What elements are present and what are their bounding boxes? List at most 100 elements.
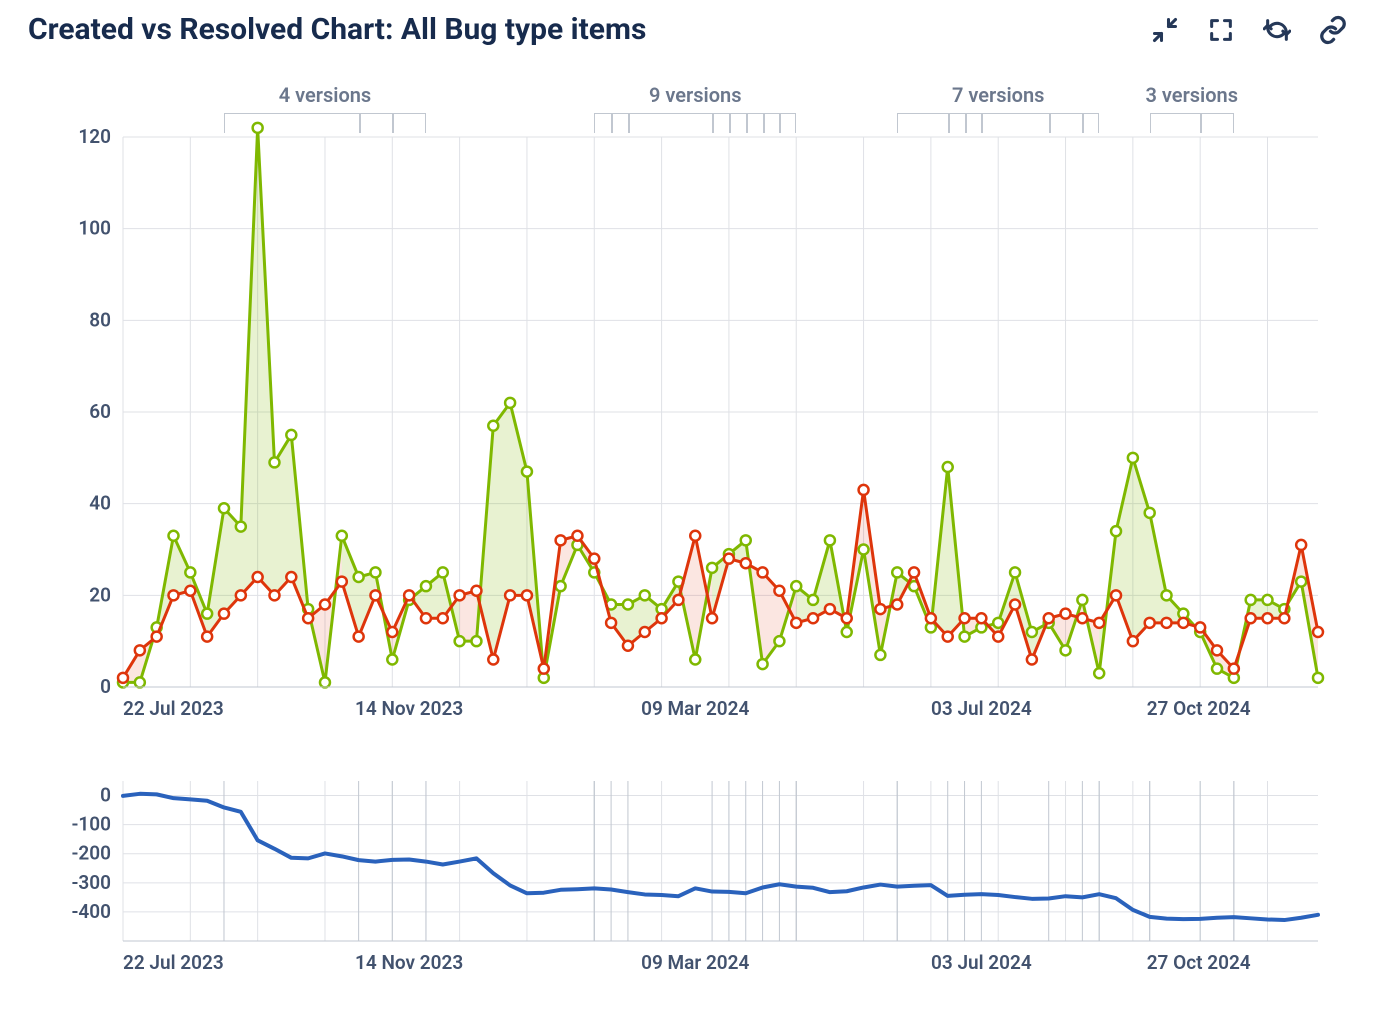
data-point[interactable] [1263,613,1273,623]
data-point[interactable] [690,531,700,541]
data-point[interactable] [993,632,1003,642]
data-point[interactable] [859,485,869,495]
data-point[interactable] [1111,590,1121,600]
data-point[interactable] [387,627,397,637]
data-point[interactable] [943,632,953,642]
data-point[interactable] [791,618,801,628]
data-point[interactable] [1162,618,1172,628]
data-point[interactable] [1111,526,1121,536]
data-point[interactable] [758,659,768,669]
data-point[interactable] [842,627,852,637]
data-point[interactable] [791,581,801,591]
data-point[interactable] [1279,613,1289,623]
data-point[interactable] [168,590,178,600]
data-point[interactable] [842,613,852,623]
data-point[interactable] [657,613,667,623]
data-point[interactable] [168,531,178,541]
data-point[interactable] [455,636,465,646]
data-point[interactable] [404,590,414,600]
data-point[interactable] [370,590,380,600]
data-point[interactable] [892,600,902,610]
data-point[interactable] [556,535,566,545]
data-point[interactable] [286,430,296,440]
data-point[interactable] [825,604,835,614]
refresh-icon[interactable] [1262,15,1292,45]
data-point[interactable] [1296,577,1306,587]
data-point[interactable] [337,531,347,541]
data-point[interactable] [774,586,784,596]
data-point[interactable] [875,650,885,660]
data-point[interactable] [960,632,970,642]
data-point[interactable] [808,595,818,605]
data-point[interactable] [219,503,229,513]
data-point[interactable] [1145,618,1155,628]
data-point[interactable] [640,627,650,637]
data-point[interactable] [202,609,212,619]
data-point[interactable] [1162,590,1172,600]
data-point[interactable] [1010,600,1020,610]
data-point[interactable] [219,609,229,619]
data-point[interactable] [1313,673,1323,683]
data-point[interactable] [337,577,347,587]
data-point[interactable] [135,677,145,687]
data-point[interactable] [976,613,986,623]
data-point[interactable] [354,632,364,642]
data-point[interactable] [354,572,364,582]
data-point[interactable] [1296,540,1306,550]
data-point[interactable] [269,590,279,600]
data-point[interactable] [673,595,683,605]
data-point[interactable] [1094,668,1104,678]
data-point[interactable] [1027,655,1037,665]
data-point[interactable] [623,600,633,610]
data-point[interactable] [1246,595,1256,605]
data-point[interactable] [253,572,263,582]
data-point[interactable] [135,645,145,655]
data-point[interactable] [320,600,330,610]
data-point[interactable] [286,572,296,582]
data-point[interactable] [438,613,448,623]
data-point[interactable] [269,457,279,467]
data-point[interactable] [741,535,751,545]
data-point[interactable] [421,581,431,591]
minimize-icon[interactable] [1150,15,1180,45]
data-point[interactable] [505,590,515,600]
data-point[interactable] [623,641,633,651]
data-point[interactable] [1178,618,1188,628]
data-point[interactable] [1212,645,1222,655]
data-point[interactable] [236,590,246,600]
data-point[interactable] [825,535,835,545]
data-point[interactable] [556,581,566,591]
data-point[interactable] [1010,567,1020,577]
data-point[interactable] [892,567,902,577]
data-point[interactable] [488,421,498,431]
data-point[interactable] [640,590,650,600]
data-point[interactable] [253,123,263,133]
data-point[interactable] [236,522,246,532]
data-point[interactable] [118,673,128,683]
data-point[interactable] [185,586,195,596]
data-point[interactable] [926,613,936,623]
data-point[interactable] [1061,609,1071,619]
data-point[interactable] [707,613,717,623]
data-point[interactable] [1313,627,1323,637]
data-point[interactable] [1212,664,1222,674]
data-point[interactable] [471,636,481,646]
data-point[interactable] [539,664,549,674]
data-point[interactable] [1229,664,1239,674]
data-point[interactable] [1077,595,1087,605]
data-point[interactable] [589,554,599,564]
data-point[interactable] [455,590,465,600]
data-point[interactable] [438,567,448,577]
data-point[interactable] [774,636,784,646]
data-point[interactable] [741,558,751,568]
data-point[interactable] [707,563,717,573]
data-point[interactable] [724,554,734,564]
data-point[interactable] [572,531,582,541]
data-point[interactable] [152,632,162,642]
data-point[interactable] [202,632,212,642]
data-point[interactable] [421,613,431,623]
fullscreen-icon[interactable] [1206,15,1236,45]
data-point[interactable] [859,545,869,555]
data-point[interactable] [808,613,818,623]
data-point[interactable] [1246,613,1256,623]
